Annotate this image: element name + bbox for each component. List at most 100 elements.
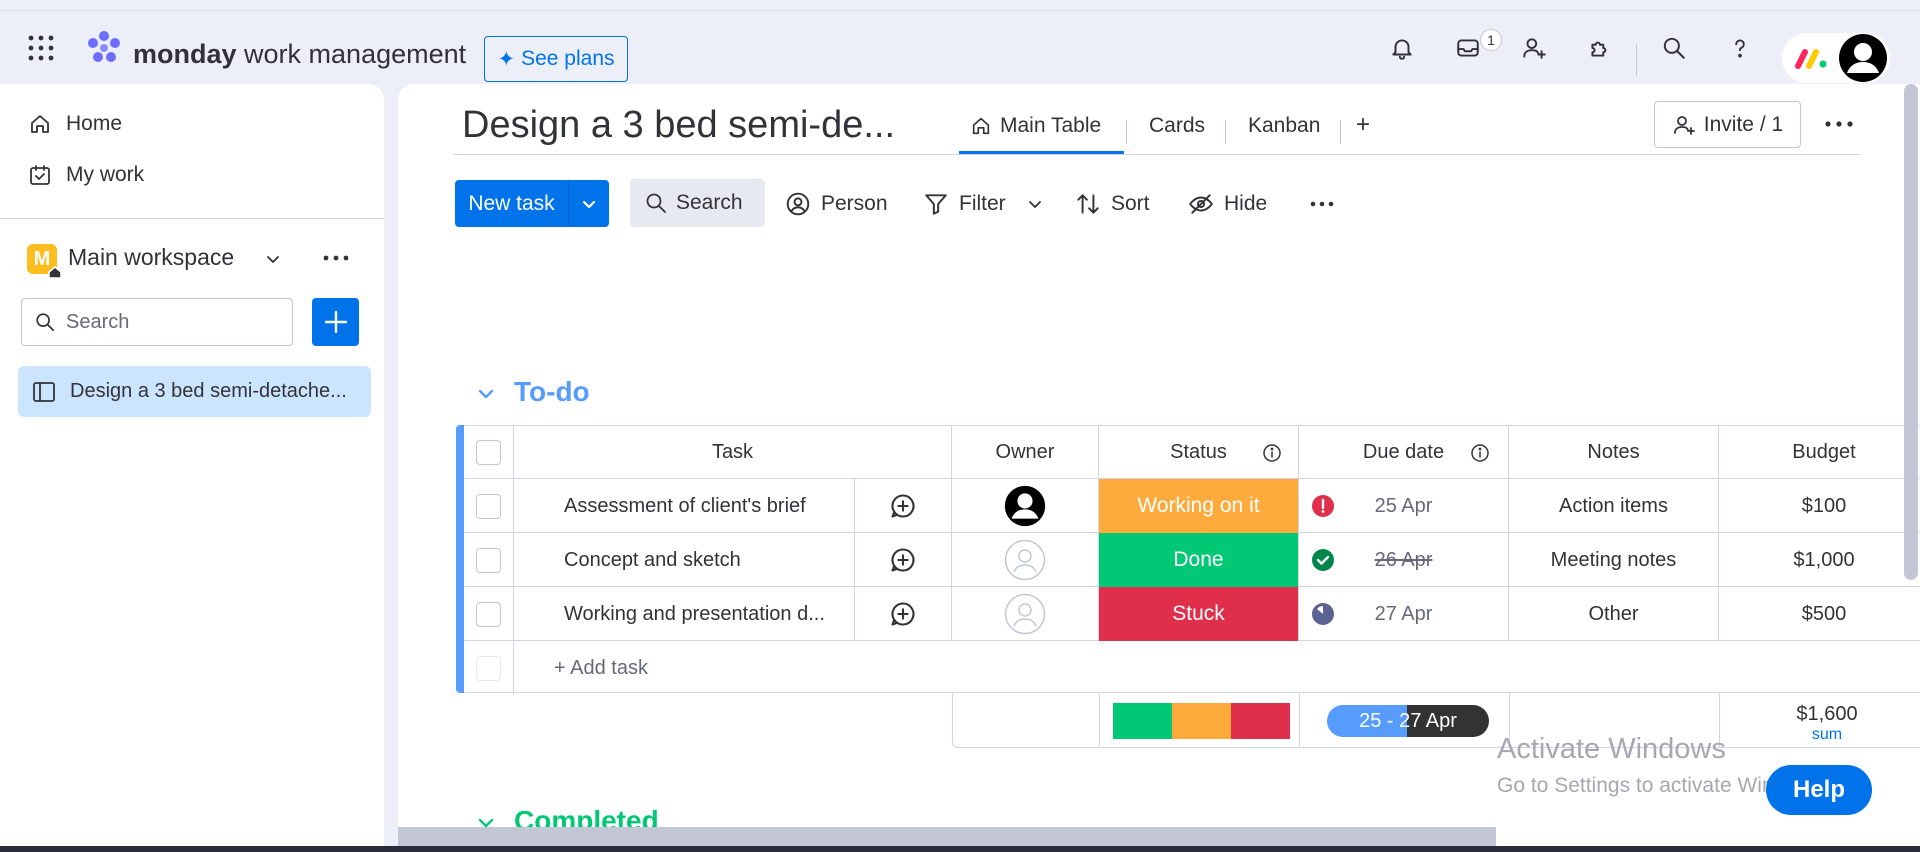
group-collapse-chevron-icon[interactable] — [476, 384, 496, 404]
task-name[interactable]: Concept and sketch — [514, 533, 854, 587]
tab-separator — [1225, 120, 1226, 144]
owner-cell[interactable] — [952, 533, 1099, 587]
table-row[interactable]: Concept and sketch Done 26 Apr Meeting n… — [464, 533, 1920, 587]
status-cell[interactable]: Working on it — [1099, 479, 1299, 533]
budget-cell[interactable]: $1,000 — [1719, 533, 1920, 587]
filter-icon — [925, 193, 947, 215]
row-checkbox[interactable] — [476, 601, 501, 627]
help-button[interactable]: Help — [1766, 765, 1872, 815]
due-date-cell[interactable]: 25 Apr — [1299, 479, 1509, 533]
add-update-icon — [891, 602, 915, 626]
overdue-alert-icon — [1311, 494, 1335, 518]
chevron-down-icon[interactable] — [264, 250, 282, 268]
summary-divider — [1299, 693, 1300, 748]
new-task-button[interactable]: New task — [455, 180, 609, 227]
status-distribution-bar[interactable] — [1113, 703, 1290, 739]
add-update-cell[interactable] — [854, 587, 952, 641]
apps-grid-icon[interactable] — [26, 33, 56, 63]
status-cell[interactable]: Done — [1099, 533, 1299, 587]
person-filter-button[interactable]: Person — [785, 180, 888, 227]
invite-user-icon[interactable] — [1519, 33, 1549, 63]
filter-button[interactable]: Filter — [923, 180, 1006, 227]
see-plans-label: See plans — [521, 47, 615, 70]
workspace-name: Main workspace — [68, 244, 235, 270]
table-row[interactable]: Working and presentation d... Stuck 27 A… — [464, 587, 1920, 641]
toolbar-more-icon[interactable] — [1309, 180, 1335, 227]
workspace-selector[interactable]: Main workspace — [68, 244, 234, 271]
owner-cell[interactable] — [952, 479, 1099, 533]
bell-icon[interactable] — [1387, 33, 1417, 63]
column-header-notes[interactable]: Notes — [1509, 425, 1719, 479]
avatar — [1838, 33, 1888, 83]
vertical-scrollbar[interactable] — [1904, 84, 1918, 580]
account-menu[interactable] — [1782, 33, 1890, 83]
notes-cell[interactable]: Meeting notes — [1509, 533, 1719, 587]
group-title[interactable]: To-do — [514, 376, 590, 408]
task-name[interactable]: Assessment of client's brief — [514, 479, 854, 533]
tab-label: Kanban — [1248, 114, 1321, 137]
status-cell[interactable]: Stuck — [1099, 587, 1299, 641]
invite-button[interactable]: Invite / 1 — [1654, 101, 1801, 148]
budget-cell[interactable]: $100 — [1719, 479, 1920, 533]
monday-logo-icon[interactable] — [84, 31, 124, 63]
add-item-button[interactable] — [312, 298, 359, 346]
due-date-cell[interactable]: 26 Apr — [1299, 533, 1509, 587]
person-label: Person — [821, 191, 888, 215]
add-task-input[interactable]: + Add task — [514, 641, 1920, 695]
sort-button[interactable]: Sort — [1075, 180, 1150, 227]
due-date-cell[interactable]: 27 Apr — [1299, 587, 1509, 641]
budget-sum-value: $1,600 — [1796, 703, 1858, 725]
column-header-task[interactable]: Task — [514, 425, 952, 479]
row-checkbox-disabled — [476, 655, 501, 681]
add-update-cell[interactable] — [854, 533, 952, 587]
notes-cell[interactable]: Other — [1509, 587, 1719, 641]
integrations-puzzle-icon[interactable] — [1585, 33, 1615, 63]
tab-cards[interactable]: Cards — [1149, 114, 1205, 138]
inbox-icon[interactable] — [1453, 33, 1483, 63]
budget-cell[interactable]: $500 — [1719, 587, 1920, 641]
select-all-checkbox[interactable] — [476, 439, 501, 465]
column-header-status[interactable]: Status — [1099, 425, 1299, 479]
add-update-cell[interactable] — [854, 479, 952, 533]
row-checkbox[interactable] — [476, 547, 501, 573]
board-search-input[interactable]: Search — [630, 179, 765, 227]
add-view-label: + — [1356, 111, 1371, 138]
info-icon[interactable] — [1470, 443, 1490, 463]
column-header-budget[interactable]: Budget — [1719, 425, 1920, 479]
tab-label: Main Table — [1000, 114, 1102, 137]
info-icon[interactable] — [1262, 443, 1282, 463]
see-plans-button[interactable]: ✦ See plans — [484, 36, 628, 82]
sidebar-divider — [0, 218, 384, 219]
sidebar-item-home[interactable]: Home — [28, 104, 122, 144]
sidebar-item-my-work[interactable]: My work — [28, 155, 144, 195]
column-header-due-date[interactable]: Due date — [1299, 425, 1509, 479]
timeline-summary-pill[interactable]: 25 - 27 Apr — [1327, 705, 1489, 737]
search-icon[interactable] — [1659, 33, 1689, 63]
sort-icon — [1077, 193, 1099, 214]
inbox-count-badge: 1 — [1480, 29, 1502, 51]
chevron-down-icon[interactable] — [569, 195, 609, 213]
column-header-owner[interactable]: Owner — [952, 425, 1099, 479]
tab-main-table[interactable]: Main Table — [970, 114, 1101, 138]
board-more-icon[interactable] — [1824, 114, 1854, 134]
task-name[interactable]: Working and presentation d... — [514, 587, 854, 641]
page-title[interactable]: Design a 3 bed semi-de... — [462, 104, 895, 147]
row-checkbox[interactable] — [476, 493, 501, 519]
brand-wordmark: monday work management — [133, 39, 466, 70]
filter-label: Filter — [959, 191, 1006, 215]
clock-icon — [1311, 602, 1335, 626]
table-row[interactable]: Assessment of client's brief Working on … — [464, 479, 1920, 533]
tab-kanban[interactable]: Kanban — [1248, 114, 1320, 138]
add-view-button[interactable]: + — [1356, 111, 1370, 139]
owner-cell[interactable] — [952, 587, 1099, 641]
hide-button[interactable]: Hide — [1188, 180, 1267, 227]
invite-label: Invite / 1 — [1703, 112, 1784, 136]
sidebar-item-board[interactable]: Design a 3 bed semi-detache... — [18, 366, 371, 417]
due-date-value: 26 Apr — [1374, 548, 1433, 571]
notes-cell[interactable]: Action items — [1509, 479, 1719, 533]
filter-dropdown[interactable] — [1026, 180, 1044, 227]
workspace-more-icon[interactable] — [322, 248, 350, 268]
sidebar-search-input[interactable]: Search — [21, 298, 293, 346]
help-question-icon[interactable] — [1725, 33, 1755, 63]
chevron-down-icon — [1029, 200, 1041, 208]
